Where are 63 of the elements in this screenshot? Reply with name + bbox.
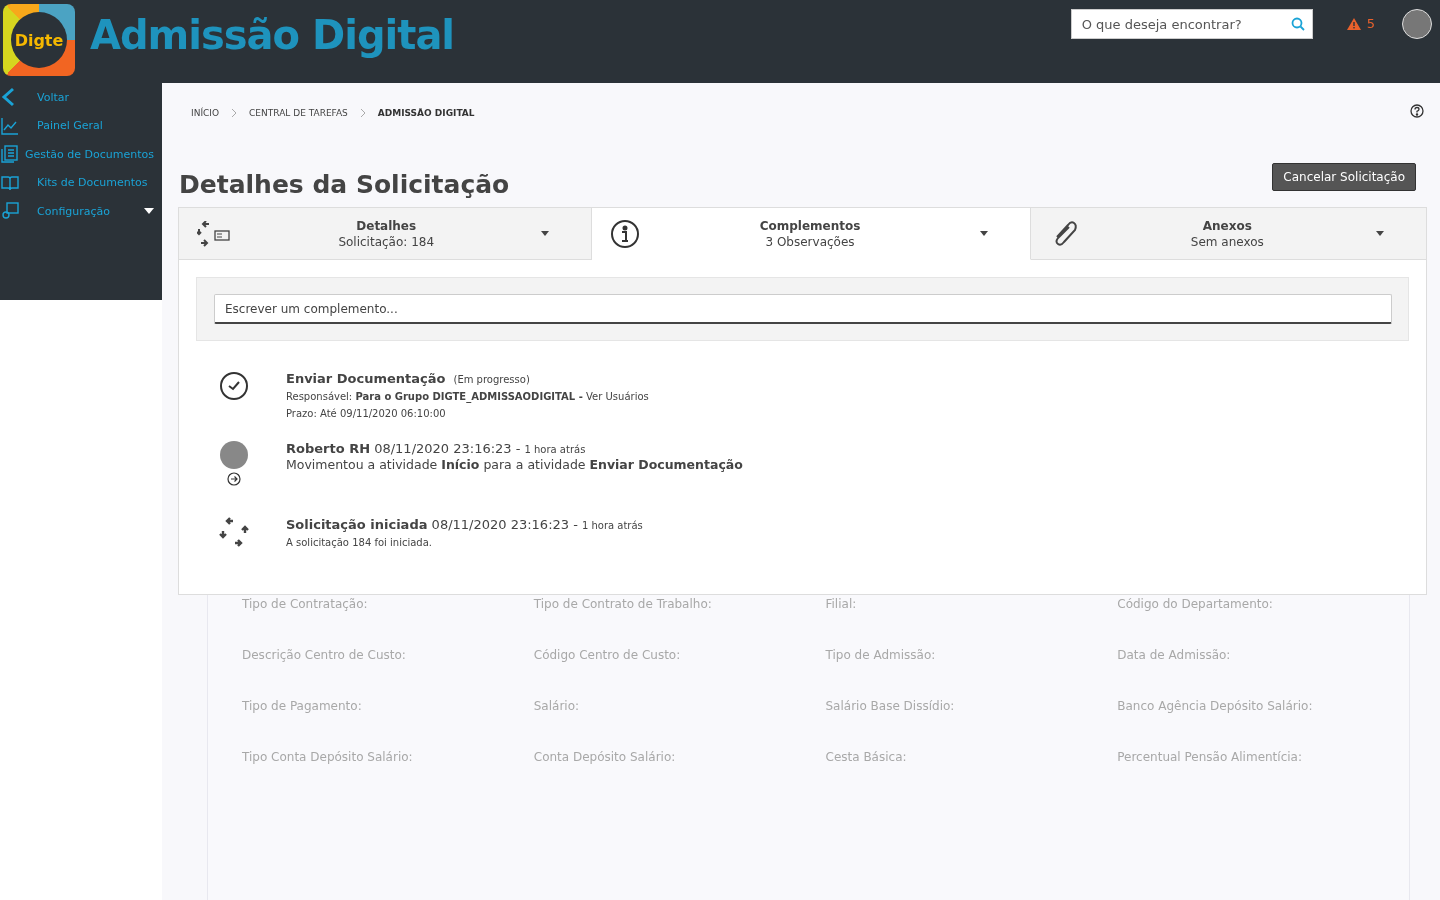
event-text: A solicitação 184 foi iniciada.	[286, 537, 433, 549]
field-label: Cesta Básica:	[825, 750, 908, 766]
caret-icon	[979, 231, 988, 236]
sidebar-item[interactable]: Voltar	[0, 83, 162, 112]
cancel-button[interactable]: Cancelar Solicitação	[1272, 163, 1416, 191]
field-label: Tipo Conta Depósito Salário:	[242, 750, 414, 766]
back-chevron-icon	[1, 87, 15, 108]
breadcrumb-link[interactable]: INÍCIO	[191, 108, 220, 118]
event-heading: Enviar Documentação	[286, 371, 446, 386]
sidebar-item[interactable]: Painel Geral	[0, 111, 162, 140]
event-note: 1 hora atrás	[581, 520, 643, 531]
alert-count: 5	[1366, 16, 1375, 31]
event-text: Prazo: Até 09/11/2020 06:10:00	[286, 408, 447, 420]
app-title: Admissão Digital	[90, 12, 455, 58]
field-label: Código Centro de Custo:	[533, 648, 682, 664]
field-label: Data de Admissão:	[1117, 648, 1232, 664]
event-text: Responsável: Para o Grupo DIGTE_ADMISSAODIGITAL - Ver Usuários	[286, 391, 649, 403]
field-label: Salário:	[533, 699, 581, 715]
sidebar-item[interactable]: Kits de Documentos	[0, 168, 162, 197]
event-note: 1 hora atrás	[524, 444, 586, 455]
clock-check-icon	[219, 371, 249, 401]
sidebar-item[interactable]: Configuração	[0, 197, 162, 226]
documents-icon	[1, 145, 19, 164]
breadcrumb-link[interactable]: CENTRAL DE TAREFAS	[249, 108, 348, 118]
user-avatar[interactable]	[1402, 9, 1432, 39]
field-label: Tipo de Contratação:	[242, 597, 369, 613]
field-label: Conta Depósito Salário:	[533, 750, 677, 766]
field-label: Tipo de Admissão:	[825, 648, 937, 664]
sidebar-item[interactable]: Gestão de Documentos	[0, 140, 162, 169]
field-label: Tipo de Contrato de Trabalho:	[533, 597, 713, 613]
logo-text: Digte	[11, 12, 67, 68]
gear-window-icon	[1, 202, 19, 221]
warning-icon[interactable]	[1346, 17, 1361, 30]
arrow-circle-icon	[227, 472, 241, 486]
event-note: (Em progresso)	[453, 374, 530, 385]
field-label: Filial:	[825, 597, 858, 613]
tab[interactable]: Detalhes Solicitação: 184	[179, 208, 593, 260]
search-icon	[1290, 17, 1305, 31]
page-title: Detalhes da Solicitação	[179, 170, 510, 199]
event-heading: Solicitação iniciada 08/11/2020 23:16:23 -	[286, 517, 578, 532]
tab[interactable]: Anexos Sem anexos	[1030, 208, 1426, 260]
info-icon	[610, 218, 641, 249]
field-label: Salário Base Dissídio:	[825, 699, 956, 715]
arrows-pinwheel-icon	[219, 517, 249, 547]
search-field[interactable]: O que deseja encontrar?	[1070, 9, 1313, 39]
caret-icon	[541, 231, 550, 236]
book-icon	[1, 174, 19, 191]
chevron-right-icon	[231, 108, 238, 118]
event-text: Movimentou a atividade Início para a atividade Enviar Documentação	[286, 459, 743, 471]
field-label: Percentual Pensão Alimentícia:	[1117, 750, 1303, 766]
chevron-right-icon	[359, 108, 366, 118]
event-heading: Roberto RH 08/11/2020 23:16:23 -	[286, 441, 521, 456]
field-label: Descrição Centro de Custo:	[242, 648, 407, 664]
user-avatar	[220, 441, 248, 469]
caret-icon	[1376, 231, 1384, 236]
help-icon[interactable]	[1410, 104, 1424, 118]
swap-arrows-icon	[197, 220, 231, 247]
field-label: Tipo de Pagamento:	[242, 699, 363, 715]
comment-field[interactable]: Escrever um complemento...	[214, 294, 1392, 324]
field-label: Código do Departamento:	[1117, 597, 1274, 613]
field-label: Banco Agência Depósito Salário:	[1117, 699, 1314, 715]
breadcrumb-link[interactable]: ADMISSÃO DIGITAL	[377, 108, 475, 118]
chart-icon	[1, 116, 19, 135]
